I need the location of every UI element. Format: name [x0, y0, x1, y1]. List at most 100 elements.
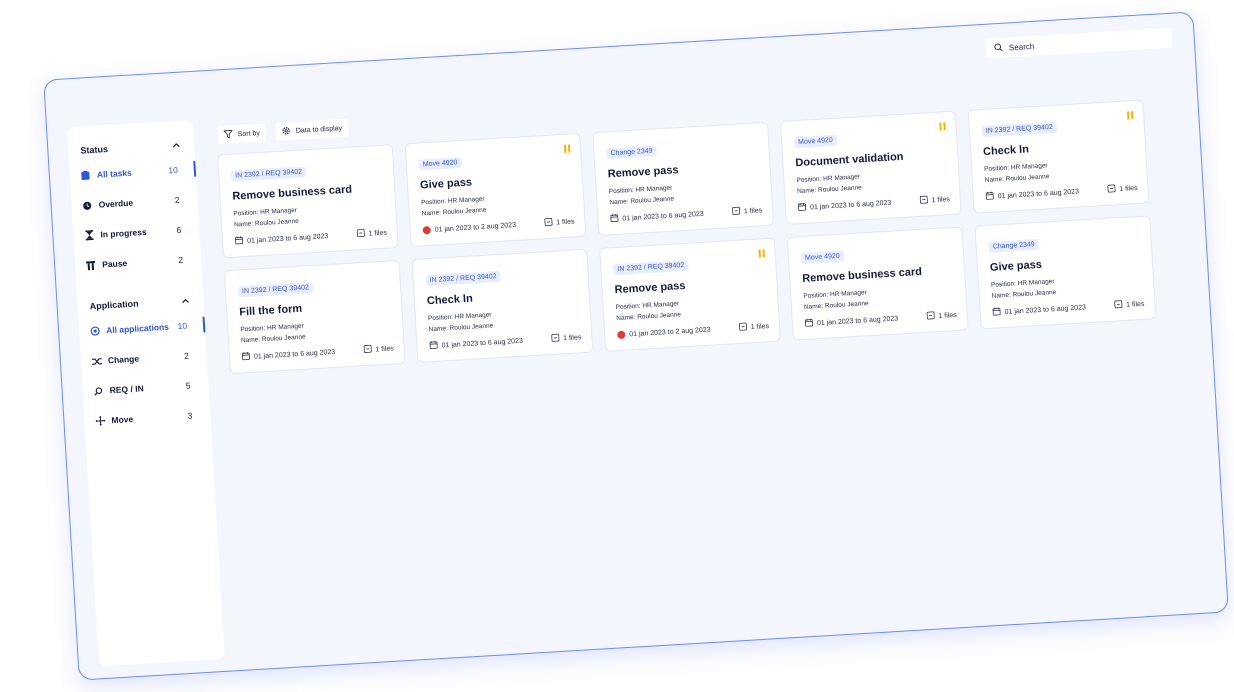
task-dates: 01 jan 2023 to 6 aug 2023 — [985, 186, 1079, 202]
name-value: Roulou Jeanne — [442, 206, 487, 217]
file-icon — [731, 206, 741, 217]
name-value: Roulou Jeanne — [824, 300, 869, 310]
task-footer: 01 jan 2023 to 6 aug 2023 1 files — [992, 299, 1145, 318]
application-tag: IN 2392 / REQ 39402 — [981, 121, 1058, 138]
application-tag: IN 2392 / REQ 39402 — [230, 166, 307, 182]
name-value: Roulou Jeanne — [449, 322, 494, 333]
task-footer: 01 jan 2023 to 2 aug 2023 1 files — [422, 216, 575, 235]
position-label: Position: — [615, 302, 641, 312]
task-footer: 01 jan 2023 to 6 aug 2023 1 files — [804, 310, 957, 329]
task-dates: 01 jan 2023 to 6 aug 2023 — [798, 198, 892, 214]
task-card[interactable]: Change 2349 Remove pass Position: HR Manag… — [592, 121, 775, 237]
position-value: HR Manager — [259, 206, 298, 217]
sort-by-button[interactable]: Sort by — [217, 123, 267, 145]
app-window: Search Status All tasks 10 Overdue 2 In … — [43, 11, 1229, 681]
name-value: Roulou Jeanne — [254, 217, 299, 228]
task-title: Remove business card — [232, 183, 353, 203]
position-value: HR Manager — [1017, 278, 1055, 288]
files-count: 1 files — [750, 322, 770, 331]
filter-icon — [223, 129, 233, 141]
task-card[interactable]: IN 2392 / REQ 39402 Check In Position: HR … — [411, 248, 594, 363]
file-icon — [544, 217, 553, 228]
task-card[interactable]: IN 2392 / REQ 39402 Remove pass Position: … — [599, 237, 781, 352]
file-icon — [363, 344, 372, 355]
sidebar-item-count: 10 — [167, 164, 179, 176]
files-count: 1 files — [1119, 184, 1138, 193]
name-label: Name: — [991, 291, 1012, 300]
calendar-icon — [610, 213, 619, 224]
task-title: Document validation — [795, 150, 904, 170]
sidebar-item-label: REQ / IN — [109, 383, 144, 396]
files-count: 1 files — [743, 206, 763, 215]
sidebar-item-label: Move — [111, 413, 134, 426]
overdue-clock-icon — [422, 225, 431, 235]
calendar-icon — [985, 191, 994, 202]
calendar-icon — [804, 318, 814, 328]
task-files[interactable]: 1 files — [738, 321, 770, 333]
task-card[interactable]: IN 2392 / REQ 39402 Remove business card P… — [216, 144, 399, 259]
chevron-up-icon[interactable] — [172, 140, 181, 150]
pause-icon — [758, 249, 765, 258]
position-label: Position: — [233, 209, 259, 218]
toolbar: Sort by Data to display — [217, 118, 349, 145]
position-label: Position: — [983, 164, 1010, 174]
sidebar-item-count: 10 — [177, 320, 188, 332]
board-column: Change 2349 Remove pass Position: HR Manag… — [592, 121, 781, 352]
name-label: Name: — [796, 187, 817, 196]
sidebar-item-count: 2 — [178, 254, 184, 265]
file-icon — [356, 229, 365, 239]
board-column: IN 2392 / REQ 39402 Check In Position: HR … — [967, 99, 1157, 330]
sidebar-item-count: 6 — [176, 224, 182, 236]
task-date-range: 01 jan 2023 to 6 aug 2023 — [816, 314, 899, 327]
task-date-range: 01 jan 2023 to 6 aug 2023 — [441, 337, 524, 350]
files-count: 1 files — [562, 333, 582, 342]
task-date-range: 01 jan 2023 to 6 aug 2023 — [997, 187, 1080, 200]
task-files[interactable]: 1 files — [356, 228, 387, 240]
task-card[interactable]: Move 4920 Give pass Position: HR Manager Na… — [404, 132, 587, 248]
task-dates: 01 jan 2023 to 6 aug 2023 — [804, 313, 899, 329]
task-files[interactable]: 1 files — [363, 343, 394, 355]
task-card[interactable]: Move 4920 Remove business card Position: H… — [786, 226, 969, 341]
task-files[interactable]: 1 files — [551, 332, 582, 344]
sidebar-item-move[interactable]: Move 3 — [84, 399, 212, 436]
task-card[interactable]: IN 2392 / REQ 39402 Check In Position: HR … — [967, 99, 1150, 214]
task-card[interactable]: IN 2392 / REQ 39402 Fill the form Position… — [223, 259, 406, 375]
name-value: Roulou Jeanne — [261, 333, 306, 344]
task-files[interactable]: 1 files — [544, 216, 575, 228]
files-count: 1 files — [1125, 300, 1145, 309]
task-date-range: 01 jan 2023 to 6 aug 2023 — [1004, 303, 1087, 316]
task-footer: 01 jan 2023 to 6 aug 2023 1 files — [798, 194, 950, 213]
task-files[interactable]: 1 files — [926, 310, 957, 322]
task-files[interactable]: 1 files — [1107, 183, 1138, 195]
task-card[interactable]: Change 2349 Give pass Position: HR Manager… — [974, 215, 1157, 330]
task-date-range: 01 jan 2023 to 6 aug 2023 — [809, 199, 892, 211]
position-label: Position: — [608, 186, 634, 196]
file-icon — [738, 322, 748, 332]
name-value: Roulou Jeanne — [817, 184, 862, 194]
data-to-display-button[interactable]: Data to display — [275, 118, 349, 141]
target-icon — [89, 325, 101, 337]
task-files[interactable]: 1 files — [919, 194, 950, 206]
position-value: HR Manager — [1010, 162, 1048, 172]
chevron-up-icon[interactable] — [181, 295, 190, 305]
task-dates: 01 jan 2023 to 2 aug 2023 — [422, 221, 517, 235]
name-value: Roulou Jeanne — [630, 195, 675, 206]
position-value: HR Manager — [635, 184, 673, 194]
name-label: Name: — [240, 336, 261, 345]
name-value: Roulou Jeanne — [1005, 173, 1050, 183]
task-footer: 01 jan 2023 to 2 aug 2023 1 files — [617, 321, 769, 340]
application-tag: Change 2349 — [988, 238, 1040, 253]
task-date-range: 01 jan 2023 to 2 aug 2023 — [434, 221, 517, 234]
calendar-icon — [798, 202, 807, 213]
task-files[interactable]: 1 files — [731, 205, 763, 217]
pause-icon — [939, 122, 946, 131]
files-count: 1 files — [938, 311, 957, 320]
clock-icon — [81, 199, 93, 211]
position-label: Position: — [240, 324, 266, 334]
task-card[interactable]: Move 4920 Document validation Position: HR… — [779, 110, 962, 225]
task-files[interactable]: 1 files — [1114, 299, 1145, 311]
task-footer: 01 jan 2023 to 6 aug 2023 1 files — [429, 332, 582, 351]
search-box[interactable]: Search — [985, 27, 1173, 59]
move-icon — [94, 415, 106, 427]
task-footer: 01 jan 2023 to 6 aug 2023 1 files — [241, 343, 394, 362]
